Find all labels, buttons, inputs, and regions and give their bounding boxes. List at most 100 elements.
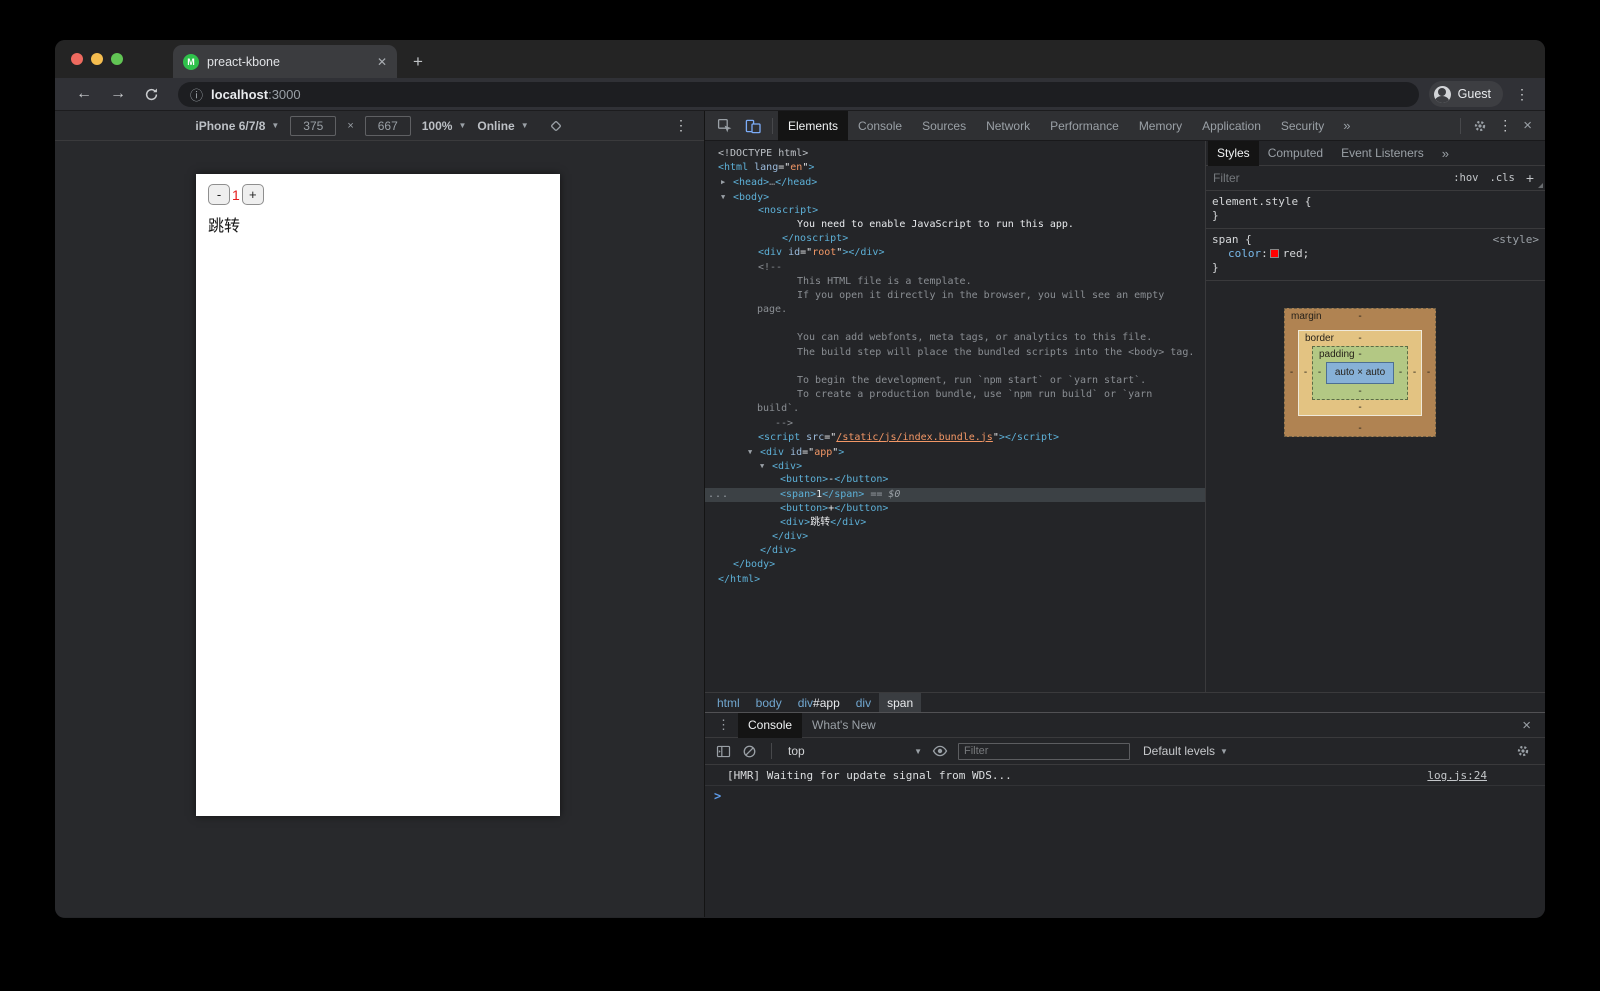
- margin-left-value[interactable]: -: [1285, 367, 1298, 378]
- more-tabs-icon[interactable]: »: [1334, 118, 1359, 133]
- breadcrumb-body[interactable]: body: [748, 693, 790, 713]
- dom-tree-line[interactable]: The build step will place the bundled sc…: [705, 346, 1205, 360]
- dom-tree-line[interactable]: ▼<div id="app">: [705, 445, 1205, 459]
- forward-icon[interactable]: →: [101, 85, 135, 103]
- devtools-settings-icon[interactable]: [1466, 119, 1494, 133]
- breadcrumb-div#app[interactable]: div#app: [790, 693, 848, 713]
- dom-tree-line[interactable]: </div>: [705, 544, 1205, 558]
- drawer-close-icon[interactable]: ×: [1518, 717, 1535, 734]
- color-swatch[interactable]: [1270, 249, 1279, 258]
- expand-arrow-icon[interactable]: ▼: [748, 445, 760, 459]
- dom-tree-line[interactable]: </div>: [705, 530, 1205, 544]
- styles-filter-input[interactable]: Filter: [1213, 171, 1453, 185]
- margin-right-value[interactable]: -: [1422, 367, 1435, 378]
- expand-arrow-icon[interactable]: ▼: [760, 459, 772, 473]
- devtools-tab-network[interactable]: Network: [976, 111, 1040, 141]
- throttling-select[interactable]: Online ▼: [477, 119, 528, 133]
- tab-console[interactable]: Console: [738, 713, 802, 738]
- jump-link[interactable]: 跳转: [208, 212, 560, 236]
- dom-tree-line[interactable]: To begin the development, run `npm start…: [705, 374, 1205, 388]
- padding-top-value[interactable]: -: [1358, 349, 1361, 360]
- new-style-rule-icon[interactable]: +: [1526, 170, 1534, 186]
- new-tab-icon[interactable]: +: [413, 52, 423, 72]
- profile-chip[interactable]: Guest: [1429, 81, 1503, 107]
- clear-console-icon[interactable]: [740, 744, 759, 759]
- console-prompt[interactable]: >: [705, 786, 1545, 806]
- css-value[interactable]: red;: [1283, 247, 1310, 260]
- address-bar[interactable]: ⓘ localhost:3000: [178, 82, 1419, 107]
- console-sidebar-icon[interactable]: [714, 744, 733, 759]
- box-model-border[interactable]: border- - padding- - auto × auto: [1298, 330, 1422, 416]
- rotate-icon[interactable]: [548, 118, 564, 134]
- dom-tree-line[interactable]: <button>+</button>: [705, 502, 1205, 516]
- devtools-close-icon[interactable]: ×: [1516, 117, 1539, 134]
- decrement-button[interactable]: -: [208, 184, 230, 205]
- dom-tree-line[interactable]: ▼<body>: [705, 190, 1205, 204]
- border-right-value[interactable]: -: [1408, 367, 1421, 378]
- breadcrumb-span[interactable]: span: [879, 693, 921, 713]
- devtools-tab-security[interactable]: Security: [1271, 111, 1334, 141]
- box-model-margin[interactable]: margin- - border- - padding-: [1284, 308, 1436, 437]
- devtools-tab-elements[interactable]: Elements: [778, 111, 848, 141]
- dom-tree-line[interactable]: </html>: [705, 573, 1205, 587]
- browser-tab[interactable]: M preact-kbone ✕: [173, 45, 397, 78]
- dom-tree-line[interactable]: page.: [705, 303, 1205, 317]
- dom-tree-line[interactable]: -->: [705, 417, 1205, 431]
- padding-right-value[interactable]: -: [1394, 367, 1407, 378]
- span-style-rule[interactable]: <style> span { color:red; }: [1206, 229, 1545, 281]
- devtools-tab-console[interactable]: Console: [848, 111, 912, 141]
- drawer-menu-icon[interactable]: ⋮: [709, 717, 738, 733]
- console-settings-icon[interactable]: [1510, 744, 1536, 758]
- collapse-arrow-icon[interactable]: ▶: [721, 175, 733, 189]
- devtools-menu-icon[interactable]: ⋮: [1494, 117, 1516, 134]
- dom-tree-line[interactable]: <!--: [705, 261, 1205, 275]
- back-icon[interactable]: ←: [67, 85, 101, 103]
- increment-button[interactable]: +: [242, 184, 264, 205]
- context-select[interactable]: top ▼: [784, 744, 922, 758]
- rule-origin[interactable]: <style>: [1493, 233, 1539, 247]
- dom-tree-line[interactable]: You need to enable JavaScript to run thi…: [705, 218, 1205, 232]
- toggle-class-button[interactable]: .cls: [1490, 172, 1515, 184]
- dom-tree-line[interactable]: ▼<div>: [705, 459, 1205, 473]
- device-width-input[interactable]: [290, 116, 336, 136]
- element-style-selector[interactable]: element.style {: [1212, 195, 1539, 209]
- border-left-value[interactable]: -: [1299, 367, 1312, 378]
- site-info-icon[interactable]: ⓘ: [190, 85, 203, 104]
- device-toolbar-menu-icon[interactable]: ⋮: [670, 117, 692, 134]
- sidebar-tab-event-listeners[interactable]: Event Listeners: [1332, 141, 1433, 166]
- device-select[interactable]: iPhone 6/7/8 ▼: [195, 119, 279, 133]
- devtools-tab-memory[interactable]: Memory: [1129, 111, 1192, 141]
- css-declaration[interactable]: color:red;: [1212, 247, 1539, 261]
- device-height-input[interactable]: [365, 116, 411, 136]
- more-sidebar-tabs-icon[interactable]: »: [1433, 146, 1458, 161]
- dom-tree-line[interactable]: To create a production bundle, use `npm …: [705, 388, 1205, 402]
- dom-tree-line[interactable]: <script src="/static/js/index.bundle.js"…: [705, 431, 1205, 445]
- expand-arrow-icon[interactable]: ▼: [721, 190, 733, 204]
- zoom-select[interactable]: 100% ▼: [422, 119, 467, 133]
- margin-bottom-value[interactable]: -: [1358, 423, 1361, 434]
- dom-tree-line[interactable]: <html lang="en">: [705, 161, 1205, 175]
- dom-tree-line[interactable]: ▶<head>…</head>: [705, 175, 1205, 189]
- dom-tree-line[interactable]: build`.: [705, 402, 1205, 416]
- padding-left-value[interactable]: -: [1313, 367, 1326, 378]
- breadcrumb-html[interactable]: html: [709, 693, 748, 713]
- devtools-tab-application[interactable]: Application: [1192, 111, 1271, 141]
- devtools-tab-performance[interactable]: Performance: [1040, 111, 1129, 141]
- dom-tree-line[interactable]: If you open it directly in the browser, …: [705, 289, 1205, 303]
- rule-selector[interactable]: span {: [1212, 233, 1539, 247]
- dom-tree-line[interactable]: <noscript>: [705, 204, 1205, 218]
- dom-tree-line[interactable]: <div>跳转</div>: [705, 516, 1205, 530]
- inspect-element-icon[interactable]: [711, 118, 739, 134]
- dom-tree-line[interactable]: [705, 360, 1205, 374]
- sidebar-tab-computed[interactable]: Computed: [1259, 141, 1332, 166]
- box-model-padding[interactable]: padding- - auto × auto - -: [1312, 346, 1408, 400]
- browser-menu-icon[interactable]: ⋮: [1511, 86, 1533, 103]
- padding-bottom-value[interactable]: -: [1358, 386, 1361, 397]
- dom-tree-line[interactable]: </noscript>: [705, 232, 1205, 246]
- dom-tree-line[interactable]: <!DOCTYPE html>: [705, 147, 1205, 161]
- dom-tree-line[interactable]: [705, 317, 1205, 331]
- dom-tree-line[interactable]: This HTML file is a template.: [705, 275, 1205, 289]
- console-filter-input[interactable]: [958, 743, 1130, 760]
- dom-tree-line[interactable]: ...<span>1</span> == $0: [705, 488, 1205, 502]
- sidebar-tab-styles[interactable]: Styles: [1208, 141, 1259, 166]
